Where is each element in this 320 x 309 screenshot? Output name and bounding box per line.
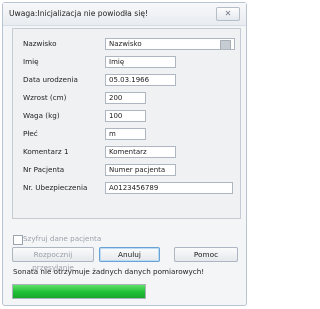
weight-label: Waga (kg) (23, 111, 60, 120)
close-button[interactable]: ✕ (216, 7, 240, 21)
height-label: Wzrost (cm) (23, 93, 67, 102)
patient-form-panel: Nazwisko Nazwisko Imię Imię Data urodzen… (12, 28, 241, 219)
surname-field[interactable]: Nazwisko (105, 38, 235, 50)
birth-date-field[interactable]: 05.03.1966 (105, 74, 176, 86)
patient-number-label: Nr Pacjenta (23, 165, 65, 174)
comment-field[interactable]: Komentarz (105, 146, 176, 158)
insurance-number-field[interactable]: A0123456789 (105, 182, 233, 194)
progress-fill (13, 285, 145, 298)
insurance-number-label: Nr. Ubezpieczenia (23, 183, 88, 192)
height-field[interactable]: 200 (105, 92, 146, 104)
surname-value: Nazwisko (109, 40, 142, 48)
surname-label: Nazwisko (23, 39, 57, 48)
encrypt-label: Szyfruj dane pacjenta (23, 234, 102, 243)
status-message: Sonata nie otrzymuje żadnych danych pomi… (13, 267, 205, 276)
contact-picker-icon[interactable] (220, 40, 231, 49)
patient-number-field[interactable]: Numer pacjenta (105, 164, 176, 176)
start-transfer-button[interactable]: Rozpocznij przesyłanie (12, 247, 94, 272)
sex-field[interactable]: m (105, 128, 146, 140)
help-button[interactable]: Pomoc (174, 247, 238, 262)
sex-label: Płeć (23, 129, 38, 138)
first-name-label: Imię (23, 57, 39, 66)
first-name-field[interactable]: Imię (105, 56, 176, 68)
dialog-window: Uwaga:Inicjalizacja nie powiodła się! ✕ … (2, 2, 247, 306)
title-bar: Uwaga:Inicjalizacja nie powiodła się! ✕ (3, 3, 246, 26)
birth-date-label: Data urodzenia (23, 75, 78, 84)
comment-label: Komentarz 1 (23, 147, 69, 156)
weight-field[interactable]: 100 (105, 110, 146, 122)
progress-bar (12, 284, 146, 299)
window-title: Uwaga:Inicjalizacja nie powiodła się! (9, 9, 149, 18)
cancel-button[interactable]: Anuluj (99, 247, 160, 262)
encrypt-checkbox[interactable] (13, 235, 23, 245)
close-icon: ✕ (224, 9, 232, 18)
